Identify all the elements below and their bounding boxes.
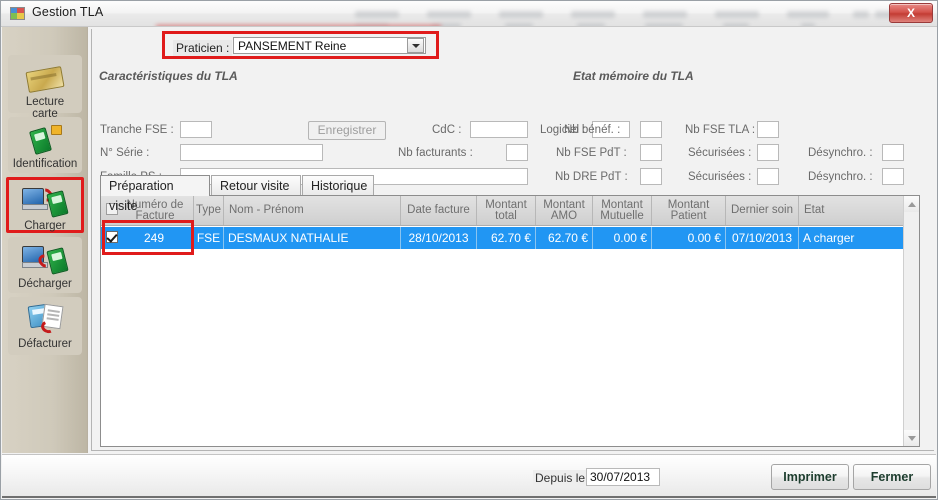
nb-facturants-label: Nb facturants : [398, 147, 473, 159]
gestion-tla-window: Gestion TLA X Lecture carte Identificati… [0, 0, 938, 500]
table-header-row: Numéro de Facture Type Nom - Prénom Date… [101, 196, 919, 226]
sidebar-item-label: Identification [12, 158, 78, 170]
sidebar-item-label: Défacturer [18, 338, 72, 350]
window-body: Lecture carte Identification Charger Déc… [1, 27, 937, 499]
triangle-up-icon[interactable] [904, 196, 919, 212]
praticien-label: Praticien : [173, 40, 233, 56]
column-header-type[interactable]: Type [194, 196, 224, 225]
sidebar-item-label: Lecture [25, 96, 65, 108]
cell-montant-total: 62.70 € [477, 227, 536, 249]
tab-preparation-visite[interactable]: Préparation visite [100, 175, 210, 213]
securisees-1-label: Sécurisées : [688, 147, 752, 159]
nb-fse-tla-label: Nb FSE TLA : [685, 124, 756, 136]
cell-montant-amo: 62.70 € [536, 227, 593, 249]
nb-fse-pdt-input[interactable] [640, 144, 662, 161]
cell-etat: A charger [803, 231, 855, 245]
depuis-le-input[interactable]: 30/07/2013 [586, 468, 660, 486]
tab-historique[interactable]: Historique [302, 175, 374, 196]
left-sidebar: Lecture carte Identification Charger Déc… [2, 27, 88, 453]
nb-benef-input[interactable] [640, 121, 662, 138]
chevron-down-icon[interactable] [407, 38, 424, 53]
desynchro-1-label: Désynchro. : [808, 147, 873, 159]
nb-fse-pdt-label: Nb FSE PdT : [556, 147, 627, 159]
column-header-montant-mutuelle[interactable]: Montant Mutuelle [593, 196, 652, 225]
praticien-value: PANSEMENT Reine [238, 38, 347, 53]
tranche-fse-input[interactable] [180, 121, 212, 138]
tab-retour-visite[interactable]: Retour visite [211, 175, 301, 196]
terminal-to-pc-icon [21, 243, 69, 277]
title-bar: Gestion TLA X [1, 1, 937, 27]
triangle-down-icon[interactable] [904, 430, 919, 446]
main-panel: Praticien : PANSEMENT Reine Caractéristi… [89, 27, 936, 453]
column-header-date-facture[interactable]: Date facture [401, 196, 477, 225]
nb-benef-label: Nb bénéf. : [564, 124, 621, 136]
close-button[interactable]: X [889, 3, 933, 23]
tab-strip: Préparation visite Retour visite Histori… [100, 175, 920, 213]
table-vertical-scrollbar[interactable] [903, 196, 919, 446]
sidebar-item-decharger[interactable]: Décharger [8, 237, 82, 293]
cell-dernier-soin: 07/10/2013 [726, 227, 799, 249]
serie-label: N° Série : [100, 147, 150, 159]
praticien-select[interactable]: PANSEMENT Reine [233, 37, 426, 54]
sidebar-item-charger[interactable]: Charger [6, 177, 84, 233]
app-window-icon [10, 6, 26, 22]
terminal-lock-icon [21, 123, 69, 157]
sidebar-item-label: Décharger [18, 278, 72, 290]
column-header-etat[interactable]: Etat [799, 196, 904, 225]
tranche-fse-label: Tranche FSE : [100, 124, 174, 136]
window-title: Gestion TLA [32, 5, 104, 19]
main-panel-inner: Praticien : PANSEMENT Reine Caractéristi… [91, 29, 934, 451]
nb-fse-tla-input[interactable] [757, 121, 779, 138]
cell-montant-patient: 0.00 € [652, 227, 726, 249]
cdc-input[interactable] [470, 121, 528, 138]
nb-facturants-input[interactable] [506, 144, 528, 161]
cell-date-facture: 28/10/2013 [401, 227, 477, 249]
column-header-nom-prenom[interactable]: Nom - Prénom [224, 196, 401, 225]
column-header-montant-patient[interactable]: Montant Patient [652, 196, 726, 225]
sidebar-item-identification[interactable]: Identification [8, 117, 82, 173]
cdc-label: CdC : [432, 124, 462, 136]
cell-nom-prenom: DESMAUX NATHALIE [224, 227, 401, 249]
enregistrer-button[interactable]: Enregistrer [308, 121, 386, 140]
sidebar-item-defacturer[interactable]: Défacturer [8, 297, 82, 355]
serie-input[interactable] [180, 144, 323, 161]
desynchro-1-input[interactable] [882, 144, 904, 161]
column-header-montant-amo[interactable]: Montant AMO [536, 196, 593, 225]
card-reader-icon [21, 61, 69, 95]
cell-numero-facture[interactable]: 249 [101, 227, 194, 249]
sidebar-item-label: Charger [24, 220, 66, 232]
column-header-dernier-soin[interactable]: Dernier soin [726, 196, 799, 225]
table-row[interactable]: 249 FSE DESMAUX NATHALIE 28/10/2013 62.7… [101, 227, 919, 249]
imprimer-button[interactable]: Imprimer [771, 464, 849, 490]
column-header-montant-total[interactable]: Montant total [477, 196, 536, 225]
cell-type: FSE [194, 227, 224, 249]
undo-invoice-icon [21, 303, 69, 337]
cell-montant-mutuelle: 0.00 € [593, 227, 652, 249]
sidebar-item-lecture-carte[interactable]: Lecture carte [8, 55, 82, 120]
caracteristiques-title: Caractéristiques du TLA [99, 69, 238, 83]
background-window-blur [1, 1, 937, 26]
row-checkbox[interactable] [106, 231, 118, 243]
securisees-1-input[interactable] [757, 144, 779, 161]
footer-bar: Depuis le : 30/07/2013 Imprimer Fermer [2, 454, 936, 498]
pc-to-terminal-icon [21, 185, 69, 219]
praticien-highlight-box: Praticien : PANSEMENT Reine [162, 31, 439, 59]
etat-memoire-title: Etat mémoire du TLA [573, 69, 694, 83]
fermer-button[interactable]: Fermer [853, 464, 931, 490]
invoices-table: Numéro de Facture Type Nom - Prénom Date… [100, 195, 920, 447]
depuis-le-label: Depuis le : [533, 470, 594, 486]
